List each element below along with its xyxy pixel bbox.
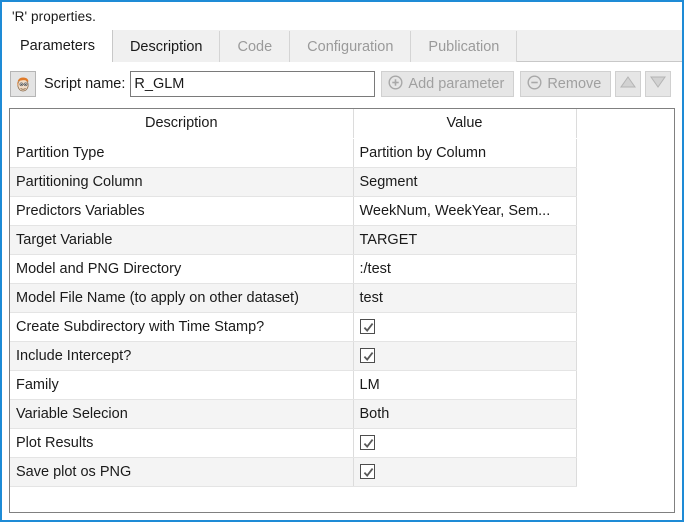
checkbox-checked-icon[interactable] [359, 463, 375, 479]
parameter-description-cell: Family [10, 370, 354, 400]
table-row[interactable]: Save plot os PNG [10, 457, 577, 487]
parameter-value-cell[interactable]: :/test [353, 254, 577, 284]
checkbox-checked-icon[interactable] [359, 434, 375, 450]
table-header-row: Description Value [10, 109, 577, 139]
table-row[interactable]: Plot Results [10, 428, 577, 458]
checkbox-checked-icon[interactable] [359, 347, 375, 363]
tab-label: Publication [428, 38, 500, 55]
parameter-value-cell[interactable] [353, 457, 577, 487]
table-row[interactable]: Partitioning Column Segment [10, 167, 577, 197]
table-row[interactable]: Predictors Variables WeekNum, WeekYear, S… [10, 196, 577, 226]
parameter-description-cell: Partition Type [10, 138, 354, 168]
tab-label: Parameters [20, 38, 95, 54]
table-row[interactable]: Include Intercept? [10, 341, 577, 371]
parameter-description-cell: Model and PNG Directory [10, 254, 354, 284]
move-up-button[interactable] [615, 71, 642, 97]
tab-bar-filler [517, 30, 682, 61]
tab-label: Description [129, 38, 203, 55]
parameter-description-cell: Predictors Variables [10, 196, 354, 226]
circle-minus-icon [527, 74, 542, 94]
parameter-description-cell: Create Subdirectory with Time Stamp? [10, 312, 354, 342]
parameter-description-cell: Target Variable [10, 225, 354, 255]
triangle-up-icon [619, 74, 637, 95]
tab-bar: Parameters Description Code Configuration Pu… [2, 30, 682, 62]
tab-code: Code [220, 31, 291, 62]
parameter-value-cell[interactable]: TARGET [353, 225, 577, 255]
parameter-value-cell[interactable] [353, 428, 577, 458]
parameter-value-cell[interactable]: Segment [353, 167, 577, 197]
tab-parameters[interactable]: Parameters [2, 30, 113, 62]
parameter-value-cell[interactable]: Both [353, 399, 577, 429]
table-row[interactable]: Model File Name (to apply on other datas… [10, 283, 577, 313]
parameter-value-cell[interactable]: LM [353, 370, 577, 400]
checkbox-checked-icon[interactable] [359, 318, 375, 334]
parameter-value-cell[interactable] [353, 312, 577, 342]
properties-window: 'R' properties. Parameters Description Cod… [0, 0, 684, 522]
script-name-label: Script name: [44, 76, 126, 92]
triangle-down-icon [649, 74, 667, 95]
parameter-description-cell: Partitioning Column [10, 167, 354, 197]
parameters-panel: Description Value Partition Type Partitio… [9, 108, 675, 513]
parameter-description-cell: Plot Results [10, 428, 354, 458]
add-parameter-label: Add parameter [408, 76, 505, 92]
tab-label: Code [237, 38, 273, 55]
remove-parameter-button[interactable]: Remove [520, 71, 612, 97]
table-row[interactable]: Partition Type Partition by Column [10, 138, 577, 168]
parameter-value-cell[interactable]: Partition by Column [353, 138, 577, 168]
table-row[interactable]: Target Variable TARGET [10, 225, 577, 255]
parameter-value-cell[interactable]: WeekNum, WeekYear, Sem... [353, 196, 577, 226]
parameter-description-cell: Variable Selecion [10, 399, 354, 429]
tab-label: Configuration [307, 38, 394, 55]
script-name-input[interactable] [130, 71, 376, 97]
table-row[interactable]: Model and PNG Directory:/test [10, 254, 577, 284]
parameters-table: Description Value Partition Type Partitio… [10, 109, 577, 487]
table-row[interactable]: Family LM [10, 370, 577, 400]
table-row[interactable]: Variable Selecion Both [10, 399, 577, 429]
remove-parameter-label: Remove [547, 76, 602, 92]
column-header-value[interactable]: Value [353, 109, 577, 139]
table-row[interactable]: Create Subdirectory with Time Stamp? [10, 312, 577, 342]
tab-publication: Publication [411, 31, 518, 62]
tab-description[interactable]: Description [112, 31, 221, 62]
window-titlebar: 'R' properties. [2, 2, 682, 30]
parameter-description-cell: Save plot os PNG [10, 457, 354, 487]
parameters-toolbar: Script name: Add parameter Remove [2, 62, 682, 106]
move-down-button[interactable] [645, 71, 672, 97]
circle-plus-icon [388, 74, 403, 94]
parameter-value-cell[interactable] [353, 341, 577, 371]
tab-configuration: Configuration [290, 31, 412, 62]
parameter-description-cell: Model File Name (to apply on other datas… [10, 283, 354, 313]
add-parameter-button[interactable]: Add parameter [381, 71, 515, 97]
script-face-icon [10, 71, 36, 97]
parameters-table-body: Partition Type Partition by Column Partiti… [10, 138, 577, 487]
parameter-description-cell: Include Intercept? [10, 341, 354, 371]
window-title: 'R' properties. [12, 8, 96, 24]
parameter-value-cell[interactable]: test [353, 283, 577, 313]
column-header-description[interactable]: Description [10, 109, 354, 139]
